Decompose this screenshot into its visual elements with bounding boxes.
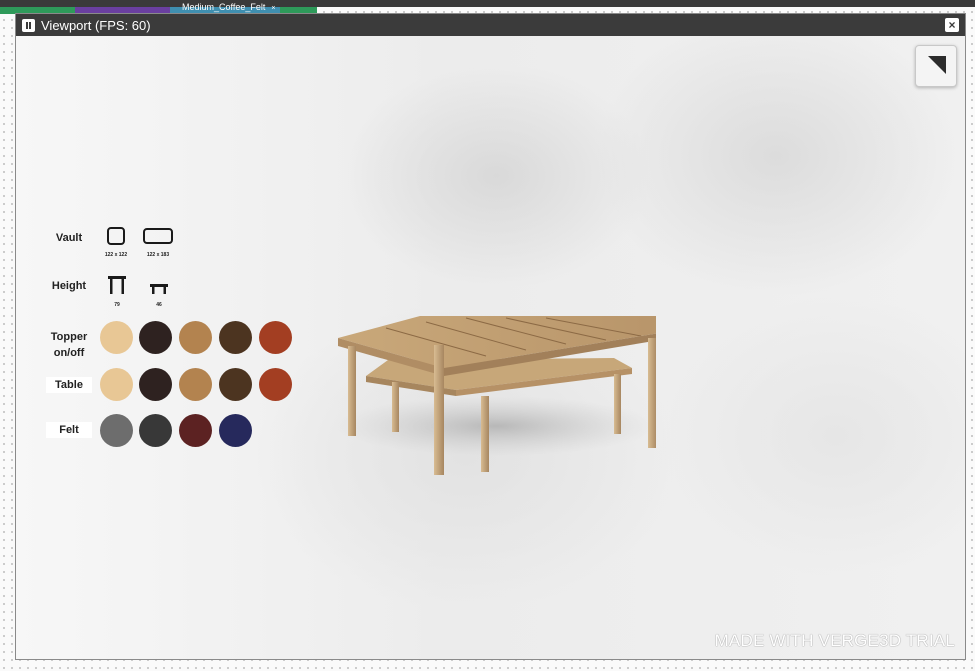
fullscreen-button[interactable] — [915, 45, 957, 87]
topper-label-line1: Topper — [50, 331, 88, 343]
topper-label-line2: on/off — [53, 347, 85, 359]
pause-icon[interactable] — [22, 18, 35, 32]
fullscreen-icon — [928, 56, 946, 74]
vault-option-122x183[interactable]: 122 x 183 — [140, 226, 176, 258]
vault-option-caption: 122 x 122 — [104, 252, 128, 258]
square-table-icon — [107, 227, 125, 245]
topper-swatch-2[interactable] — [139, 321, 172, 354]
height-option-caption: 46 — [156, 302, 162, 308]
vault-label: Vault — [55, 232, 83, 244]
height-label: Height — [51, 280, 87, 292]
editor-tab-medium-coffee-felt[interactable]: Medium_Coffee_Felt × — [182, 3, 275, 13]
vault-option-122x122[interactable]: 122 x 122 — [98, 226, 134, 258]
topper-swatch-4[interactable] — [219, 321, 252, 354]
topper-label[interactable]: Topper on/off — [46, 329, 92, 361]
topper-swatch-3[interactable] — [179, 321, 212, 354]
felt-label: Felt — [46, 422, 92, 438]
low-table-icon — [150, 284, 168, 294]
felt-swatch-1[interactable] — [100, 414, 133, 447]
topper-swatch-5[interactable] — [259, 321, 292, 354]
height-option-caption: 79 — [114, 302, 120, 308]
vault-option-caption: 122 x 183 — [146, 252, 170, 258]
editor-top-strip — [0, 0, 975, 7]
tab-close-icon[interactable]: × — [271, 5, 275, 12]
close-button[interactable]: × — [945, 18, 959, 32]
viewport-window: Viewport (FPS: 60) × Vault 122 x 122 122… — [15, 13, 966, 660]
table-swatch-3[interactable] — [179, 368, 212, 401]
tab-label: Medium_Coffee_Felt — [182, 2, 266, 12]
height-option-46[interactable]: 46 — [144, 282, 174, 308]
felt-swatch-3[interactable] — [179, 414, 212, 447]
height-option-79[interactable]: 79 — [102, 274, 132, 308]
rectangle-table-icon — [143, 228, 173, 244]
table-model-render[interactable] — [316, 276, 666, 481]
tall-table-icon — [108, 276, 126, 294]
nesting-tables-image — [336, 316, 666, 475]
verge3d-watermark: MADE WITH VERGE3D TRIAL — [714, 631, 955, 650]
table-swatch-1[interactable] — [100, 368, 133, 401]
felt-swatch-2[interactable] — [139, 414, 172, 447]
3d-canvas[interactable]: Vault 122 x 122 122 x 183 Height 79 46 T… — [16, 36, 965, 659]
table-swatch-4[interactable] — [219, 368, 252, 401]
viewport-titlebar[interactable]: Viewport (FPS: 60) × — [16, 14, 965, 36]
table-swatch-5[interactable] — [259, 368, 292, 401]
felt-swatch-4[interactable] — [219, 414, 252, 447]
viewport-title: Viewport (FPS: 60) — [41, 17, 151, 33]
table-swatch-2[interactable] — [139, 368, 172, 401]
topper-swatch-1[interactable] — [100, 321, 133, 354]
table-label: Table — [46, 377, 92, 393]
